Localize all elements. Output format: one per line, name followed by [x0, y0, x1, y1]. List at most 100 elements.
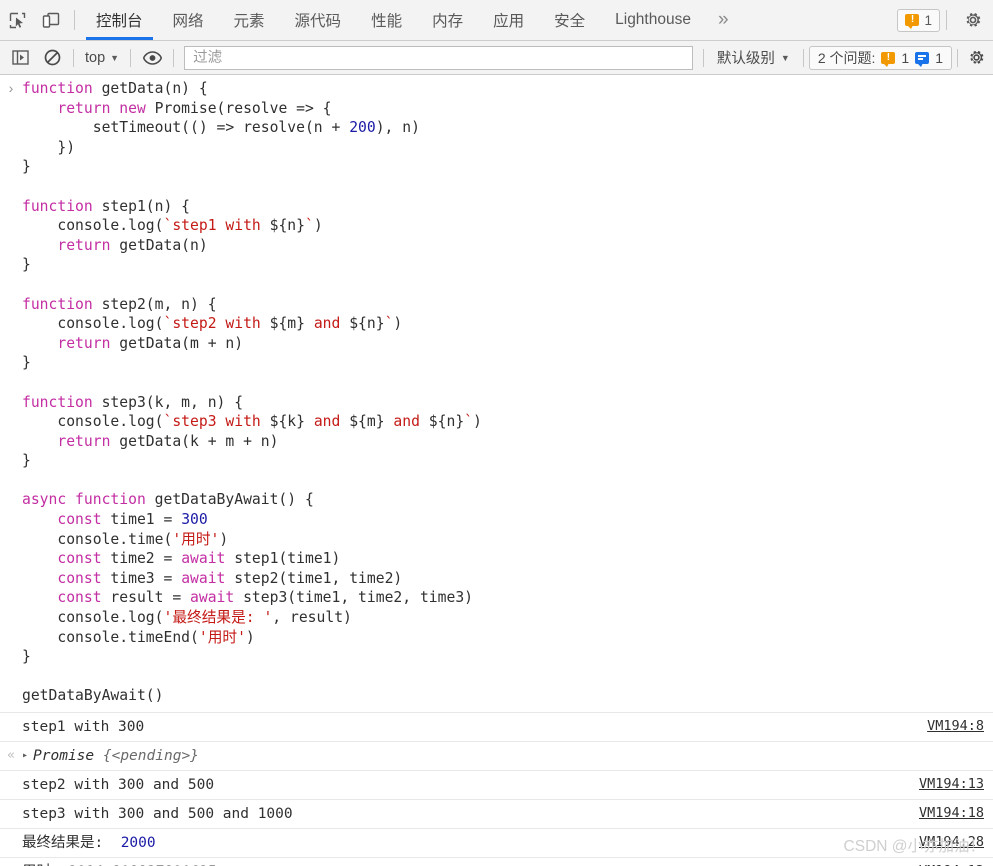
console-message-text: step3 with 300 and 500 and 1000 — [22, 804, 919, 824]
code-token: and — [384, 413, 429, 431]
code-token: function — [22, 80, 93, 97]
code-token: const — [57, 550, 102, 568]
code-token: } — [22, 648, 31, 666]
code-token: async function — [22, 491, 146, 509]
source-location-link[interactable]: VM194:18 — [919, 804, 993, 821]
tab-network[interactable]: 网络 — [158, 0, 219, 40]
warning-exclamation: ! — [886, 51, 891, 63]
tab-label: 性能 — [371, 13, 403, 30]
code-token: }) — [22, 138, 76, 156]
code-token: getDataByAwait() — [22, 687, 164, 705]
tab-memory[interactable]: 内存 — [417, 0, 478, 40]
warning-count-badge[interactable]: ! 1 — [897, 8, 940, 32]
code-token: } — [22, 452, 31, 470]
console-sidebar-icon[interactable] — [4, 45, 36, 71]
filterbar-divider — [130, 48, 132, 67]
more-tabs-chevron-icon[interactable]: » — [706, 0, 741, 40]
code-token: const — [57, 589, 102, 607]
console-input-entry[interactable]: › function getData(n) { return new Promi… — [0, 75, 993, 713]
warning-exclamation: ! — [910, 14, 915, 25]
console-message-text: 最终结果是: 2000 — [22, 833, 919, 853]
message-token: step1 with 300 — [22, 719, 145, 735]
tab-label: 控制台 — [96, 13, 143, 30]
live-expression-eye-icon[interactable] — [136, 45, 168, 71]
console-sidebar-icon-svg — [11, 50, 29, 65]
console-result-row[interactable]: « ▸ Promise {<pending>} — [0, 742, 993, 771]
issues-summary-badge[interactable]: 2 个问题: ! 1 1 — [808, 45, 952, 70]
code-token: await — [181, 569, 226, 587]
filter-input[interactable] — [184, 45, 693, 70]
row-gutter — [0, 775, 22, 777]
console-log-row[interactable]: step1 with 300 VM194:8 — [0, 713, 993, 742]
log-level-selector[interactable]: 默认级别 ▼ — [709, 46, 798, 70]
device-toolbar-icon[interactable] — [34, 0, 68, 40]
tab-performance[interactable]: 性能 — [356, 0, 417, 40]
code-token: , result) — [272, 609, 352, 627]
console-filter-bar: top ▼ 默认级别 ▼ 2 个问题: ! 1 1 — [0, 41, 993, 75]
code-token: setTimeout(() => resolve(n + — [22, 119, 350, 137]
tab-application[interactable]: 应用 — [478, 0, 539, 40]
device-toolbar-icon-svg — [42, 12, 60, 28]
filterbar-divider — [957, 48, 958, 67]
filterbar-divider — [702, 48, 704, 67]
clear-console-icon[interactable] — [36, 45, 68, 71]
console-log-row[interactable]: step3 with 300 and 500 and 1000 VM194:18 — [0, 800, 993, 829]
console-log-row[interactable]: 最终结果是: 2000 VM194:28 — [0, 829, 993, 858]
code-token: function — [22, 197, 93, 215]
code-token: } — [22, 158, 31, 176]
message-token: 2000 — [111, 835, 156, 851]
console-input-code[interactable]: function getData(n) { return new Promise… — [22, 79, 993, 706]
code-token: getData(k + m + n) — [110, 432, 279, 450]
source-location-link[interactable]: VM194:12 — [919, 862, 993, 866]
code-token: ` — [304, 217, 314, 235]
warning-bubble-icon: ! — [881, 51, 896, 67]
code-token: ), n) — [375, 119, 420, 137]
issues-info-count: 1 — [935, 49, 943, 66]
code-token: ${n} — [269, 217, 305, 235]
gear-icon[interactable] — [963, 48, 989, 67]
code-token: function — [22, 393, 93, 411]
disclosure-triangle-icon[interactable]: ▸ — [22, 746, 28, 766]
code-token: 300 — [181, 511, 208, 529]
tab-lighthouse[interactable]: Lighthouse — [600, 0, 706, 40]
inspect-cursor-icon[interactable] — [0, 0, 34, 40]
code-token: '最终结果是: ' — [163, 609, 273, 627]
tab-security[interactable]: 安全 — [539, 0, 600, 40]
prompt-arrow-icon: › — [6, 82, 16, 98]
code-token: ) — [473, 413, 482, 431]
tab-sources[interactable]: 源代码 — [280, 0, 357, 40]
code-token: step2(time1, time2) — [225, 569, 403, 587]
toolbar-divider — [946, 10, 947, 30]
code-token: getDataByAwait() { — [145, 491, 314, 509]
code-token: `step1 with — [163, 217, 270, 235]
source-location-link[interactable]: VM194:13 — [919, 775, 993, 792]
execution-context-selector[interactable]: top ▼ — [79, 46, 125, 70]
message-token: {<pending>} — [94, 748, 199, 764]
code-token: step1(time1) — [225, 550, 341, 568]
gear-icon[interactable] — [953, 0, 993, 40]
code-token: return — [57, 236, 111, 254]
message-token: Promise — [33, 748, 95, 764]
code-token: '用时' — [198, 628, 246, 646]
tab-elements[interactable]: 元素 — [219, 0, 280, 40]
source-location-link[interactable]: VM194:8 — [927, 717, 993, 734]
code-token: await — [190, 589, 235, 607]
console-log-row[interactable]: step2 with 300 and 500 VM194:13 — [0, 771, 993, 800]
code-token: ) — [313, 217, 323, 235]
code-token: return — [57, 334, 111, 352]
console-log-row[interactable]: 用时: 2914.808837890625 msVM194:12 — [0, 858, 993, 866]
code-token: const — [57, 511, 102, 529]
tab-label: 网络 — [172, 13, 204, 30]
console-body[interactable]: › function getData(n) { return new Promi… — [0, 75, 993, 866]
code-token: ) — [245, 628, 255, 646]
code-token: console.time( — [22, 530, 173, 548]
tab-console[interactable]: 控制台 — [81, 0, 158, 40]
code-token: and — [304, 413, 350, 431]
source-location-link[interactable]: VM194:28 — [919, 833, 993, 850]
code-token: ${n} — [349, 315, 385, 333]
tab-label: Lighthouse — [615, 11, 691, 28]
info-lines — [918, 55, 927, 60]
